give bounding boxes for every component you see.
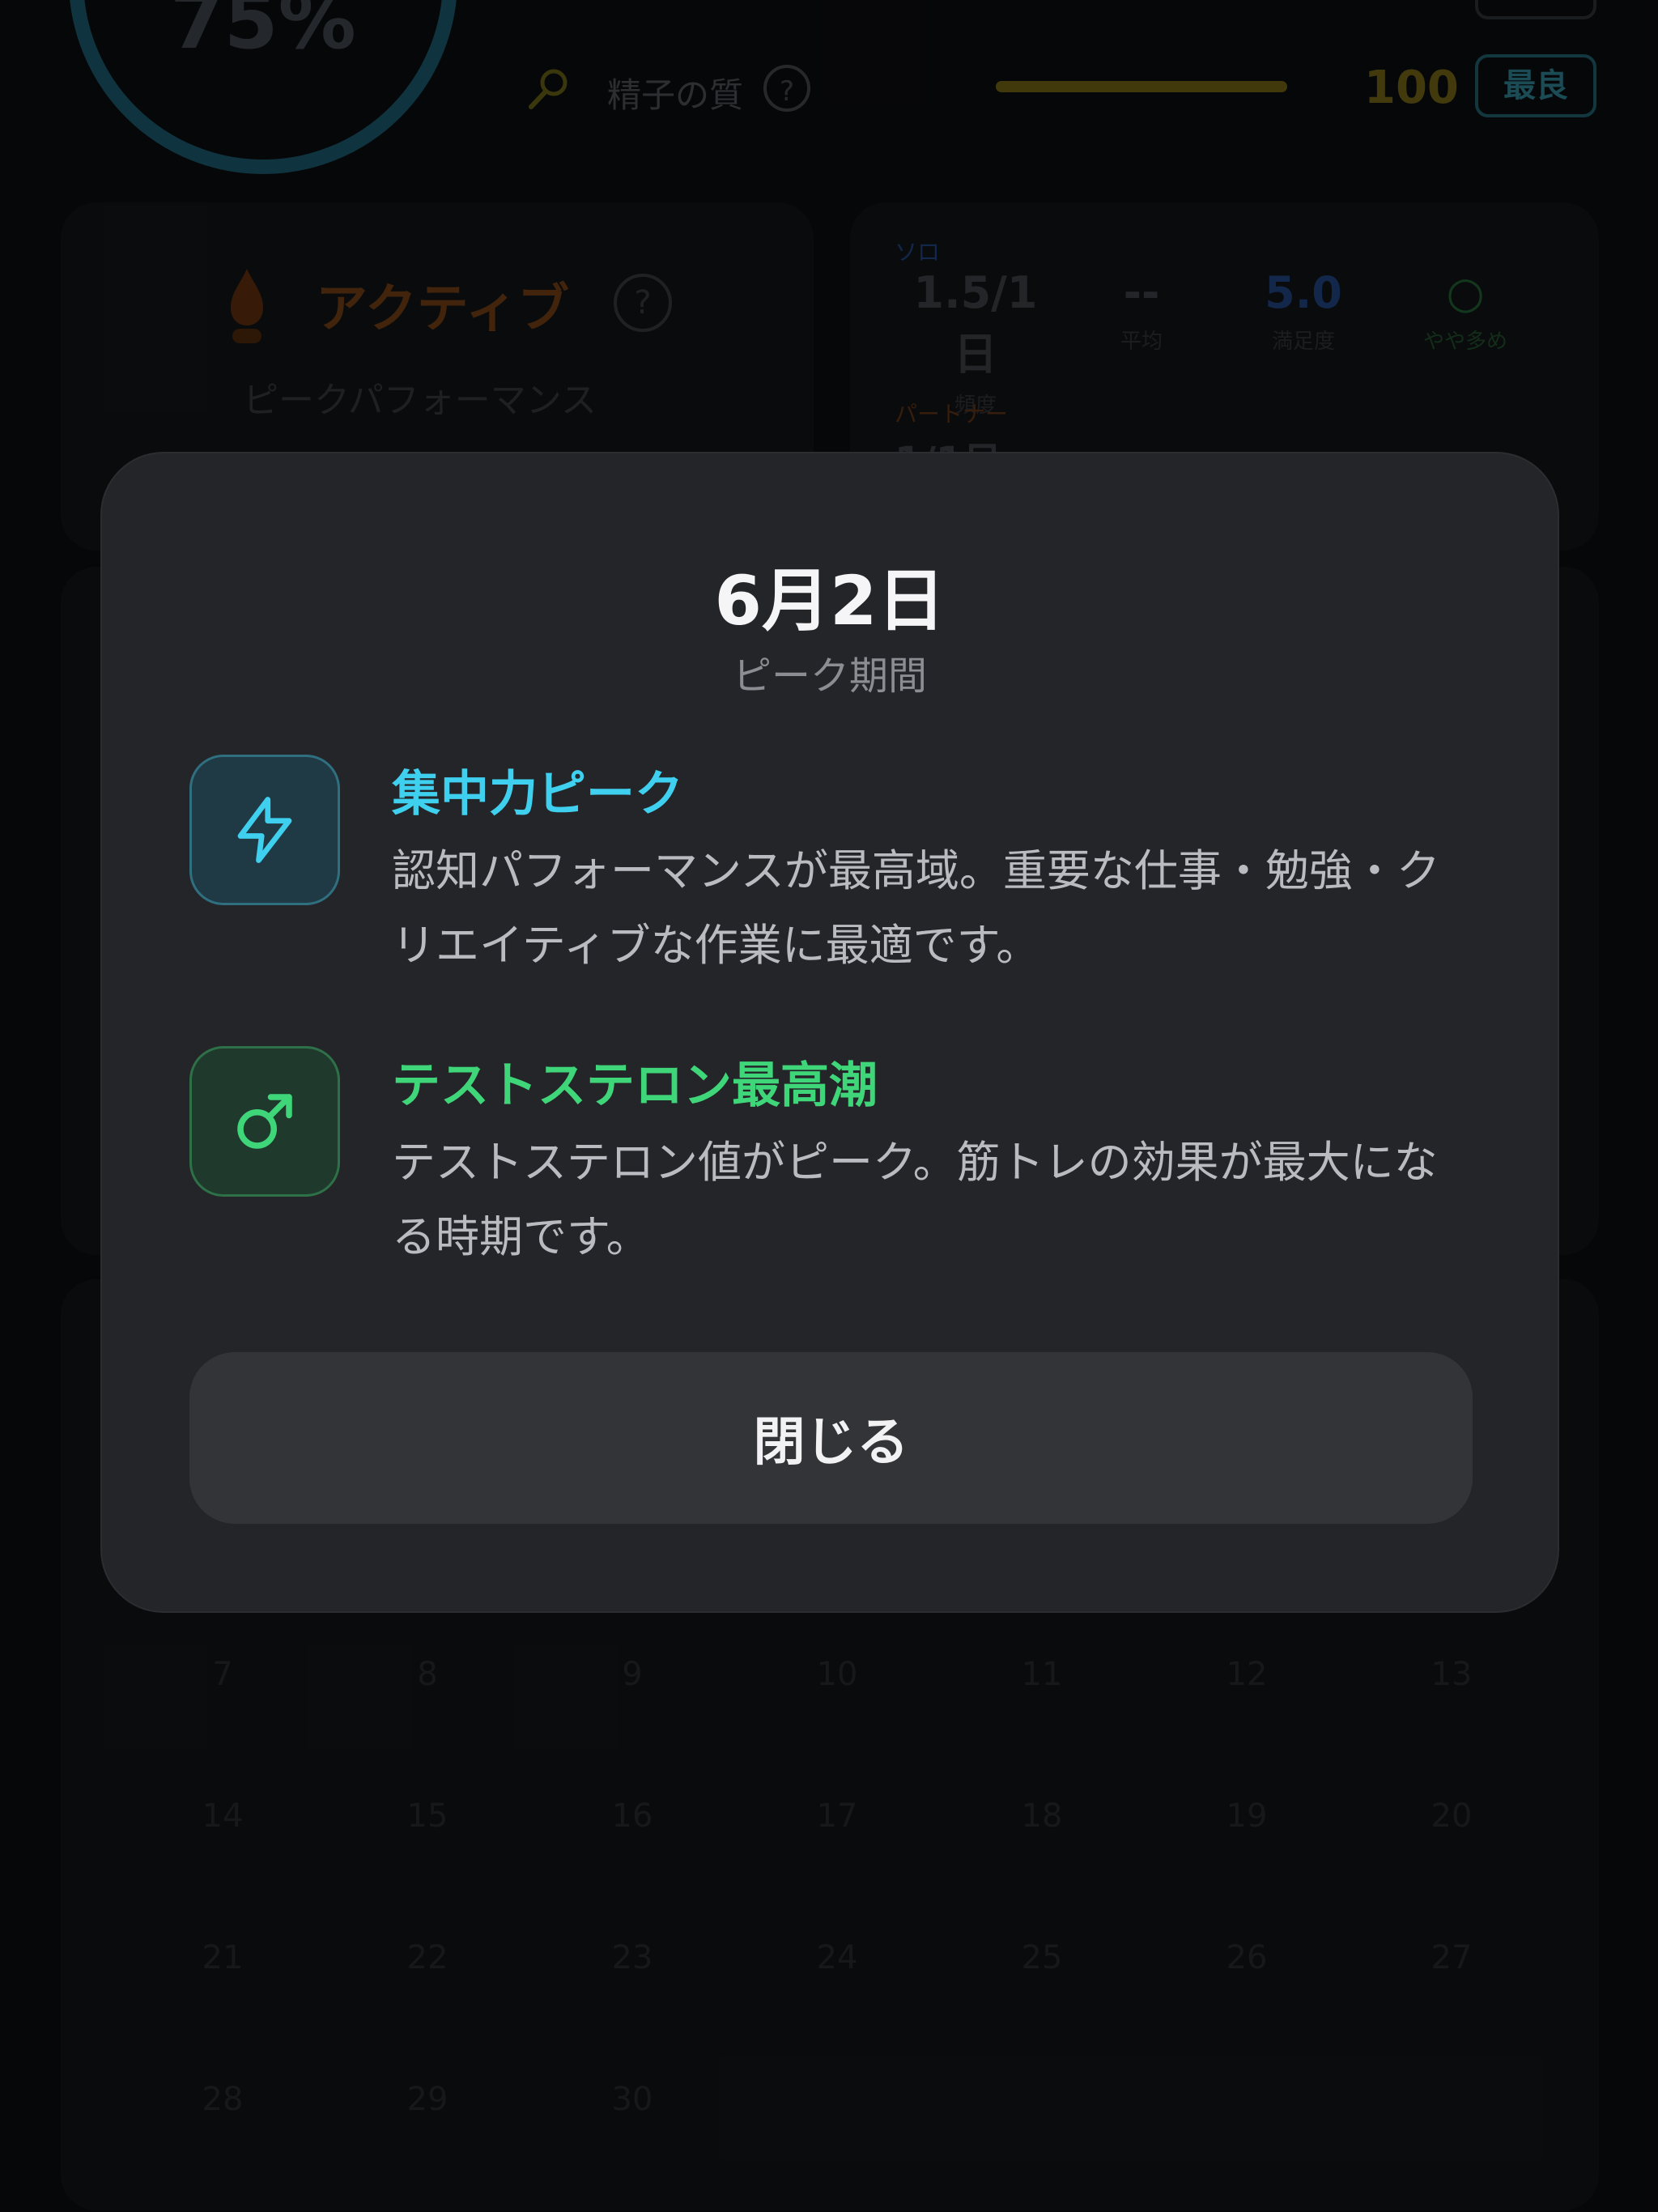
testosterone-peak-description: テストステロン値がピーク。筋トレの効果が最大になる時期です。	[392, 1137, 1438, 1262]
testosterone-peak-title: テストステロン最高潮	[392, 1057, 878, 1114]
focus-peak-title: 集中力ピーク	[392, 766, 683, 823]
focus-peak-description: 認知パフォーマンスが最高域。重要な仕事・勉強・クリエイティブな作業に最適です。	[392, 845, 1440, 971]
peak-period-dialog: 6月2日 ピーク期間 集中力ピーク 認知パフォーマンスが最高域。重要な仕事・勉強…	[102, 453, 1558, 1611]
dialog-title: 6月2日	[714, 561, 946, 640]
close-button[interactable]: 閉じる	[189, 1352, 1473, 1524]
lightning-icon	[189, 755, 340, 905]
dialog-subtitle: ピーク期間	[732, 653, 927, 699]
male-symbol-icon	[189, 1046, 340, 1197]
